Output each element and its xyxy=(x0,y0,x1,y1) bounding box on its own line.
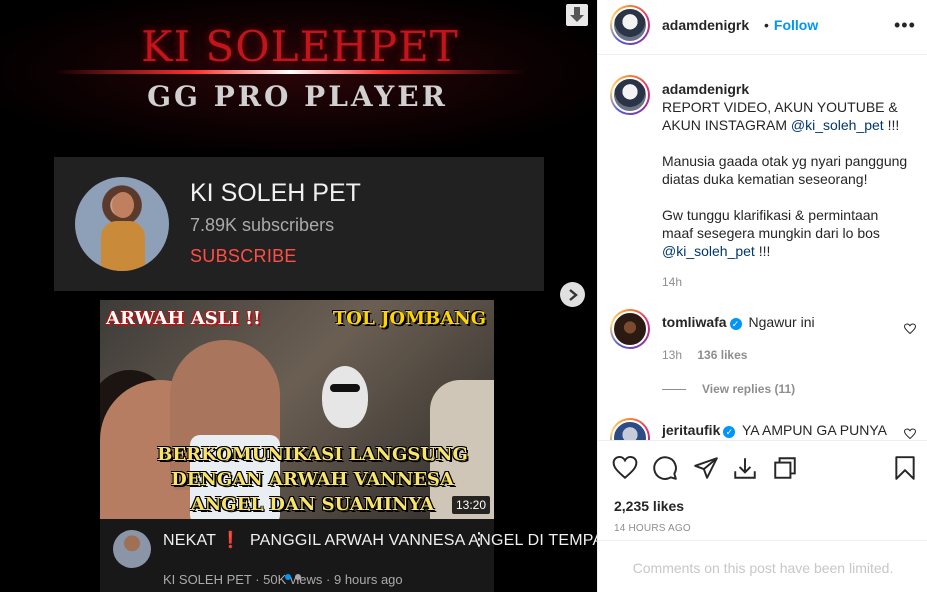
banner-glow-line xyxy=(55,70,525,74)
video-channel-avatar[interactable] xyxy=(113,530,151,568)
mention-link[interactable]: @ki_soleh_pet xyxy=(662,243,755,259)
comment-username[interactable]: tomliwafa xyxy=(662,314,727,330)
comment-username[interactable]: jeritaufik xyxy=(662,422,720,438)
carousel-dot xyxy=(285,574,291,580)
heart-icon[interactable] xyxy=(904,323,916,335)
author-username[interactable]: adamdenigrk xyxy=(662,17,749,33)
comment-likes[interactable]: 136 likes xyxy=(697,348,747,362)
channel-name[interactable]: KI SOLEH PET xyxy=(190,179,361,208)
comments-list[interactable]: adamdenigrk REPORT VIDEO, AKUN YOUTUBE &… xyxy=(598,56,927,440)
comment-text: YA AMPUN GA PUNYA xyxy=(742,422,887,438)
action-bar: 2,235 likes 14 HOURS AGO xyxy=(598,440,927,540)
post-header: adamdenigrk • Follow ••• xyxy=(598,0,927,55)
post-sidebar: adamdenigrk • Follow ••• adamdenigrk REPO… xyxy=(597,0,927,592)
like-count[interactable]: 2,235 likes xyxy=(614,498,684,514)
thumbnail-tag-left: ARWAH ASLI !! xyxy=(106,308,261,329)
carousel-dots xyxy=(285,574,301,580)
carousel-next-button[interactable] xyxy=(560,282,585,307)
comment-text: Ngawur ini xyxy=(748,314,815,330)
carousel-dot xyxy=(295,574,301,580)
subscribe-button[interactable]: SUBSCRIBE xyxy=(190,246,297,267)
heart-icon[interactable] xyxy=(904,428,916,440)
channel-subscribers: 7.89K subscribers xyxy=(190,215,335,235)
post-media[interactable]: KI SOLEHPET GG PRO PLAYER KI SOLEH PET 7… xyxy=(0,0,597,592)
comments-limited-notice: Comments on this post have been limited. xyxy=(598,540,927,592)
share-send-icon[interactable] xyxy=(693,455,719,481)
comment-2: jeritaufik ✓ YA AMPUN GA PUNYA xyxy=(662,422,887,438)
download-icon[interactable] xyxy=(566,4,588,26)
caption-time[interactable]: 14h xyxy=(662,275,682,289)
chevron-right-icon xyxy=(568,288,578,301)
video-info: NEKAT ❗ PANGGIL ARWAH VANNESA ANGEL DI T… xyxy=(100,519,597,592)
caption-avatar[interactable] xyxy=(610,75,650,115)
thumbnail-tag-right: TOL JOMBANG xyxy=(332,308,486,329)
video-more-icon[interactable]: ⋮ xyxy=(470,530,488,548)
separator-dot: • xyxy=(764,17,769,33)
comment-meta: 13h 136 likes xyxy=(662,348,748,362)
exclamation-icon: ❗ xyxy=(220,532,241,549)
follow-button[interactable]: • Follow xyxy=(764,17,818,33)
channel-avatar[interactable] xyxy=(75,177,169,271)
copy-icon[interactable] xyxy=(772,455,798,481)
view-replies-button[interactable]: View replies (11) xyxy=(662,382,795,396)
comment-avatar[interactable] xyxy=(610,309,650,349)
comment-1: tomliwafa ✓ Ngawur ini xyxy=(662,314,815,330)
comment-icon[interactable] xyxy=(652,455,678,481)
thumbnail-headline: BERKOMUNIKASI LANGSUNG DENGAN ARWAH VANN… xyxy=(157,444,468,515)
verified-badge-icon: ✓ xyxy=(729,318,742,330)
post-timestamp[interactable]: 14 HOURS AGO xyxy=(614,523,691,534)
video-title[interactable]: NEKAT ❗ PANGGIL ARWAH VANNESA ANGEL DI T… xyxy=(163,530,597,551)
channel-card: KI SOLEH PET 7.89K subscribers SUBSCRIBE xyxy=(54,157,544,291)
channel-banner: KI SOLEHPET GG PRO PLAYER xyxy=(0,0,597,150)
author-avatar[interactable] xyxy=(610,5,650,45)
mention-link[interactable]: @ki_soleh_pet xyxy=(791,117,884,133)
more-horizontal-icon[interactable]: ••• xyxy=(894,16,916,34)
video-thumbnail[interactable]: ARWAH ASLI !! TOL JOMBANG BERKOMUNIKASI … xyxy=(100,300,494,519)
caption-text: REPORT VIDEO, AKUN YOUTUBE & AKUN INSTAG… xyxy=(662,99,908,259)
banner-title: KI SOLEHPET xyxy=(141,22,459,71)
caption-username[interactable]: adamdenigrk xyxy=(662,81,749,97)
verified-badge-icon: ✓ xyxy=(723,426,736,438)
bookmark-icon[interactable] xyxy=(892,455,918,481)
banner-subtitle: GG PRO PLAYER xyxy=(147,80,448,113)
video-meta: KI SOLEH PET · 50K views · 9 hours ago xyxy=(163,572,403,587)
skull-mask-figure xyxy=(322,366,368,428)
comment-avatar[interactable] xyxy=(610,418,650,440)
download-arrow-icon[interactable] xyxy=(732,455,758,481)
like-heart-icon[interactable] xyxy=(612,455,638,481)
video-duration: 13:20 xyxy=(451,496,490,514)
